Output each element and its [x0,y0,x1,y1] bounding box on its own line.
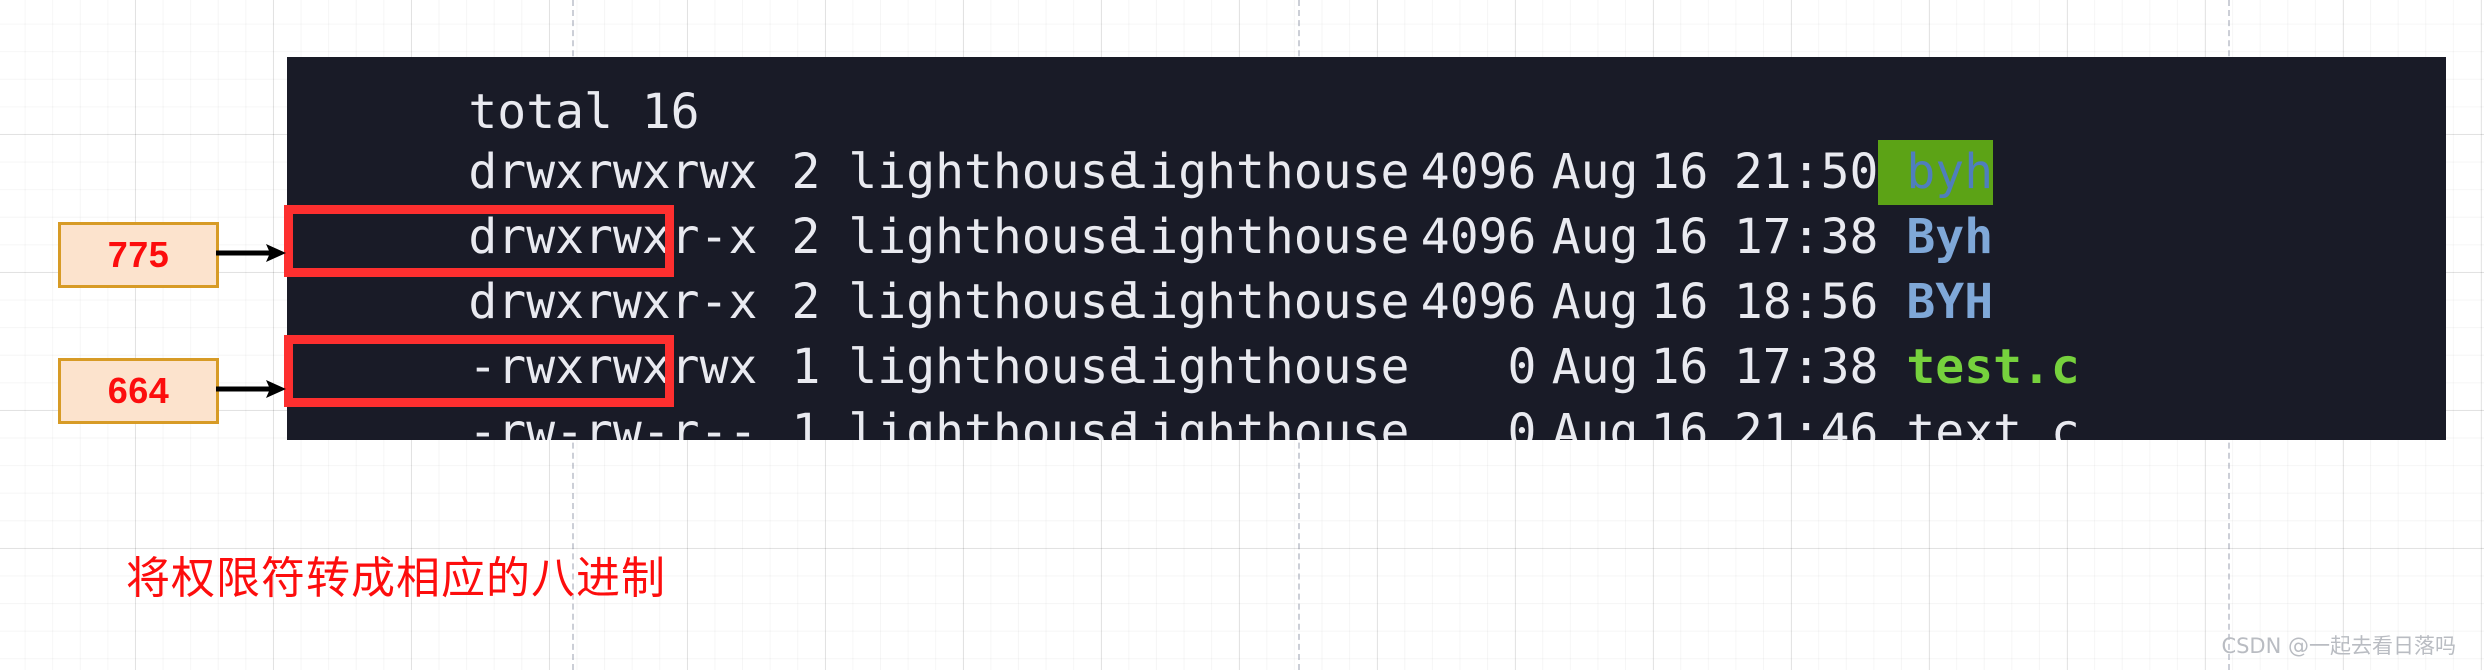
row-day: 16 [1650,404,1709,440]
callout-arrow-775 [216,241,286,265]
terminal-row: -rwxrwxrwx 1 lighthouselighthouse 0 Aug 16 17:… [287,270,2079,395]
row-owner: lighthouse [848,404,1138,440]
terminal-row: drwxrwxr-x 2 lighthouselighthouse 4096 Aug 16… [287,140,1993,265]
watermark-text: CSDN @一起去看日落吗 [2221,634,2456,658]
row-size: 0 [1507,404,1537,440]
terminal-window[interactable]: total 16 drwxrwxrwx 2 lighthouselighthouse… [287,57,2446,440]
callout-arrow-664 [216,377,286,401]
canvas: total 16 drwxrwxrwx 2 lighthouselighthouse… [0,0,2484,670]
row-filename: text.c [1906,404,2080,440]
callout-value-775: 775 [107,234,170,275]
row-month: Aug [1551,404,1639,440]
callout-value-664: 664 [107,370,170,411]
row-time: 21:46 [1733,404,1879,440]
callout-box-664: 664 [58,358,219,424]
row-link-count: 1 [791,404,821,440]
row-permissions: -rw-rw-r-- [468,404,758,440]
row-group: lighthouse [1120,404,1410,440]
terminal-row: drwxrwxr-x 2 lighthouselighthouse 4096 Aug 16… [287,205,1993,330]
terminal-row: -rw-rw-r-- 1 lighthouselighthouse 0 Aug 16 21:… [287,335,2079,440]
caption-text: 将权限符转成相应的八进制 [126,553,666,604]
terminal-row: drwxrwxrwx 2 lighthouselighthouse 4096 Aug 16… [287,75,1994,205]
callout-box-775: 775 [58,222,219,288]
